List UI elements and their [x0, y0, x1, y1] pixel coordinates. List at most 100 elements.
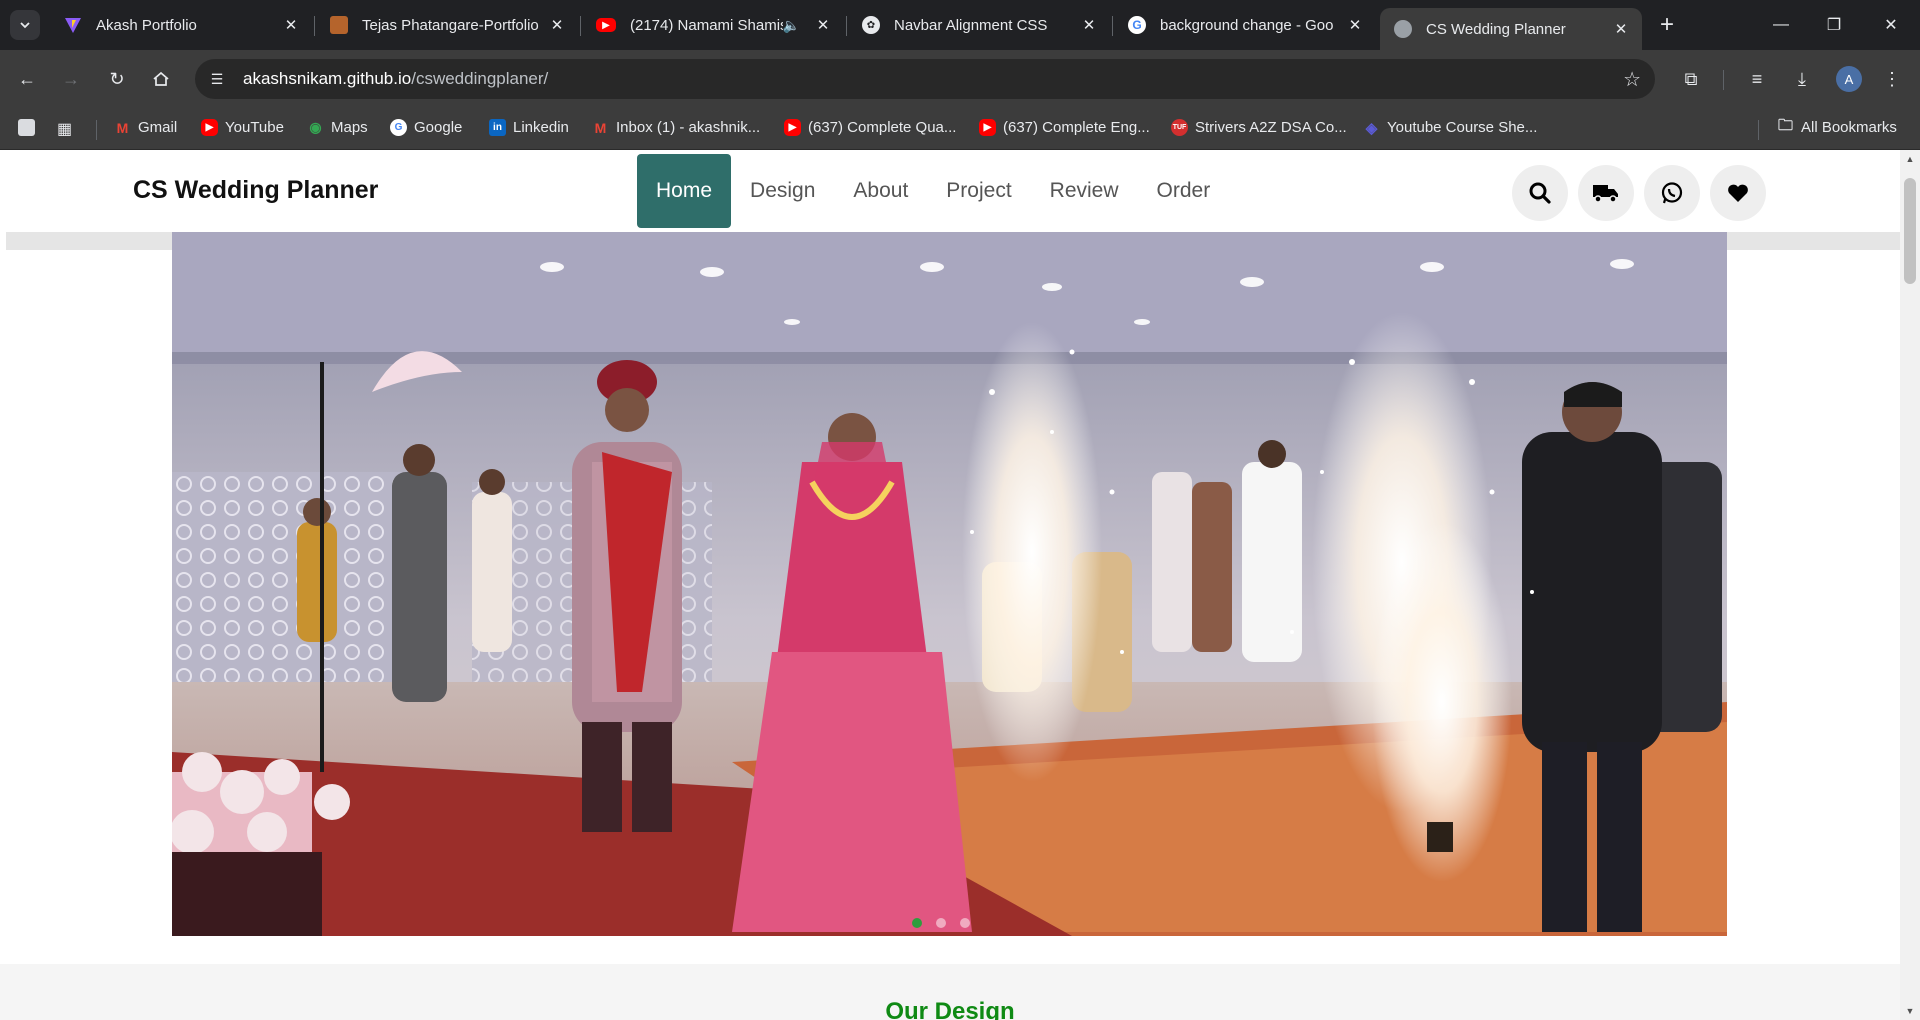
apps-button[interactable]: ▦: [57, 119, 72, 139]
menu-button[interactable]: ⋮: [1877, 64, 1907, 94]
bookmark-label: Maps: [331, 119, 368, 136]
page-scrollbar[interactable]: ▲ ▼: [1900, 150, 1920, 1020]
downloads-button[interactable]: ⤓: [1787, 64, 1817, 94]
tab-separator: [846, 16, 847, 36]
forward-button[interactable]: →: [56, 64, 86, 94]
puzzle-icon: ⧉: [1684, 68, 1698, 89]
nav-design[interactable]: Design: [731, 154, 834, 228]
google-icon: G: [390, 119, 407, 136]
folder-icon: 🗀: [1777, 117, 1793, 134]
bookmark-label: YouTube: [225, 119, 284, 136]
main-menu: Home Design About Project Review Order: [637, 154, 1229, 228]
close-icon[interactable]: ✕: [1612, 20, 1630, 38]
nav-project[interactable]: Project: [927, 154, 1030, 228]
home-button[interactable]: [146, 64, 176, 94]
close-icon[interactable]: ✕: [1346, 16, 1364, 34]
square-icon: [18, 119, 35, 136]
carousel-dot[interactable]: [912, 918, 922, 928]
back-button[interactable]: ←: [12, 64, 42, 94]
media-button[interactable]: ≡: [1742, 64, 1772, 94]
plus-icon: +: [1659, 11, 1674, 38]
carousel-dot[interactable]: [936, 918, 946, 928]
bookmark-strivers[interactable]: TUF Strivers A2Z DSA Co...: [1171, 119, 1347, 136]
site-navbar: CS Wedding Planner Home Design About Pro…: [0, 150, 1900, 232]
youtube-icon: ▶: [596, 18, 616, 32]
nav-order[interactable]: Order: [1138, 154, 1230, 228]
speaker-icon[interactable]: 🔈: [783, 17, 800, 34]
hero-carousel[interactable]: [172, 232, 1727, 936]
scroll-down-icon[interactable]: ▼: [1905, 1006, 1915, 1016]
carousel-dot[interactable]: [960, 918, 970, 928]
all-bookmarks-button[interactable]: 🗀 All Bookmarks: [1777, 117, 1897, 136]
close-window-button[interactable]: ✕: [1862, 0, 1920, 50]
bookmark-gmail[interactable]: M Gmail: [114, 119, 178, 136]
bookmark-linkedin[interactable]: in Linkedin: [489, 119, 569, 136]
close-icon[interactable]: ✕: [548, 16, 566, 34]
address-bar[interactable]: ☰ akashsnikam.github.io/csweddingplaner/…: [195, 59, 1655, 99]
bookmark-maps[interactable]: ◉ Maps: [307, 119, 368, 136]
tab-search-button[interactable]: [10, 10, 40, 40]
bookmark-divider: [1758, 120, 1759, 140]
tab-title: Navbar Alignment CSS: [894, 16, 1048, 34]
tab-groups-button[interactable]: [18, 119, 42, 136]
close-icon[interactable]: ✕: [282, 16, 300, 34]
site-info-icon[interactable]: ☰: [203, 65, 231, 93]
youtube-icon: ▶: [201, 119, 218, 136]
carousel-indicators: [912, 918, 970, 928]
tab-strip: Akash Portfolio ✕ Tejas Phatangare-Portf…: [0, 0, 1920, 50]
page-viewport: CS Wedding Planner Home Design About Pro…: [0, 150, 1920, 1020]
tab-separator: [1112, 16, 1113, 36]
close-icon[interactable]: ✕: [814, 16, 832, 34]
bookmark-label: Google: [414, 119, 463, 136]
bookmark-complete-qua[interactable]: ▶ (637) Complete Qua...: [784, 119, 956, 136]
download-icon: ⤓: [1798, 68, 1806, 89]
chevron-down-icon: [20, 22, 30, 29]
youtube-icon: ▶: [784, 119, 801, 136]
youtube-icon: ▶: [979, 119, 996, 136]
kebab-menu-icon: ⋮: [1883, 68, 1901, 89]
bookmark-youtube[interactable]: ▶ YouTube: [201, 119, 284, 136]
tab-background-change[interactable]: G background change - Goo ✕: [1114, 8, 1376, 42]
hero-image: [172, 232, 1727, 936]
nav-home[interactable]: Home: [637, 154, 732, 228]
gmail-icon: M: [116, 119, 129, 136]
globe-icon: [1394, 20, 1412, 38]
new-tab-button[interactable]: +: [1652, 10, 1682, 40]
extensions-button[interactable]: ⧉: [1676, 64, 1706, 94]
bookmark-complete-eng[interactable]: ▶ (637) Complete Eng...: [979, 119, 1150, 136]
scroll-thumb[interactable]: [1904, 178, 1916, 284]
bookmark-inbox[interactable]: M Inbox (1) - akashnik...: [592, 119, 761, 136]
bookmark-star-icon[interactable]: ☆: [1623, 67, 1641, 92]
toolbar-divider: [1723, 70, 1724, 90]
minimize-button[interactable]: —: [1752, 0, 1810, 50]
search-button[interactable]: [1512, 165, 1568, 221]
tab-namami-shamish[interactable]: ▶ (2174) Namami Shamish 🔈 ✕: [582, 8, 844, 42]
tab-akash-portfolio[interactable]: Akash Portfolio ✕: [50, 8, 312, 42]
delivery-button[interactable]: [1578, 165, 1634, 221]
arrow-right-icon: →: [62, 68, 80, 89]
url-text[interactable]: akashsnikam.github.io/csweddingplaner/: [243, 69, 548, 89]
profile-avatar[interactable]: A: [1836, 66, 1862, 92]
whatsapp-button[interactable]: [1644, 165, 1700, 221]
bookmark-youtube-course[interactable]: ◈ Youtube Course She...: [1363, 119, 1538, 137]
reload-button[interactable]: ↻: [102, 64, 132, 94]
close-icon[interactable]: ✕: [1080, 16, 1098, 34]
tab-tejas-portfolio[interactable]: Tejas Phatangare-Portfolio ✕: [316, 8, 578, 42]
all-bookmarks-label: All Bookmarks: [1801, 119, 1897, 136]
tab-cs-wedding-planner[interactable]: CS Wedding Planner ✕: [1380, 8, 1642, 50]
wishlist-button[interactable]: [1710, 165, 1766, 221]
nav-about[interactable]: About: [834, 154, 927, 228]
nav-review[interactable]: Review: [1031, 154, 1138, 228]
site-logo[interactable]: CS Wedding Planner: [133, 176, 378, 205]
restore-button[interactable]: ❐: [1805, 0, 1863, 50]
bookmark-google[interactable]: G Google: [390, 119, 462, 136]
section-title: Our Design: [885, 998, 1015, 1020]
scroll-up-icon[interactable]: ▲: [1905, 154, 1915, 164]
arrow-left-icon: ←: [18, 68, 36, 89]
whatsapp-icon: [1661, 182, 1683, 204]
tab-navbar-alignment[interactable]: ✿ Navbar Alignment CSS ✕: [848, 8, 1110, 42]
url-host: akashsnikam.github.io: [243, 69, 412, 88]
coursera-icon: ◈: [1365, 119, 1378, 137]
gmail-icon: M: [594, 119, 607, 136]
design-section: Our Design: [0, 964, 1900, 1020]
